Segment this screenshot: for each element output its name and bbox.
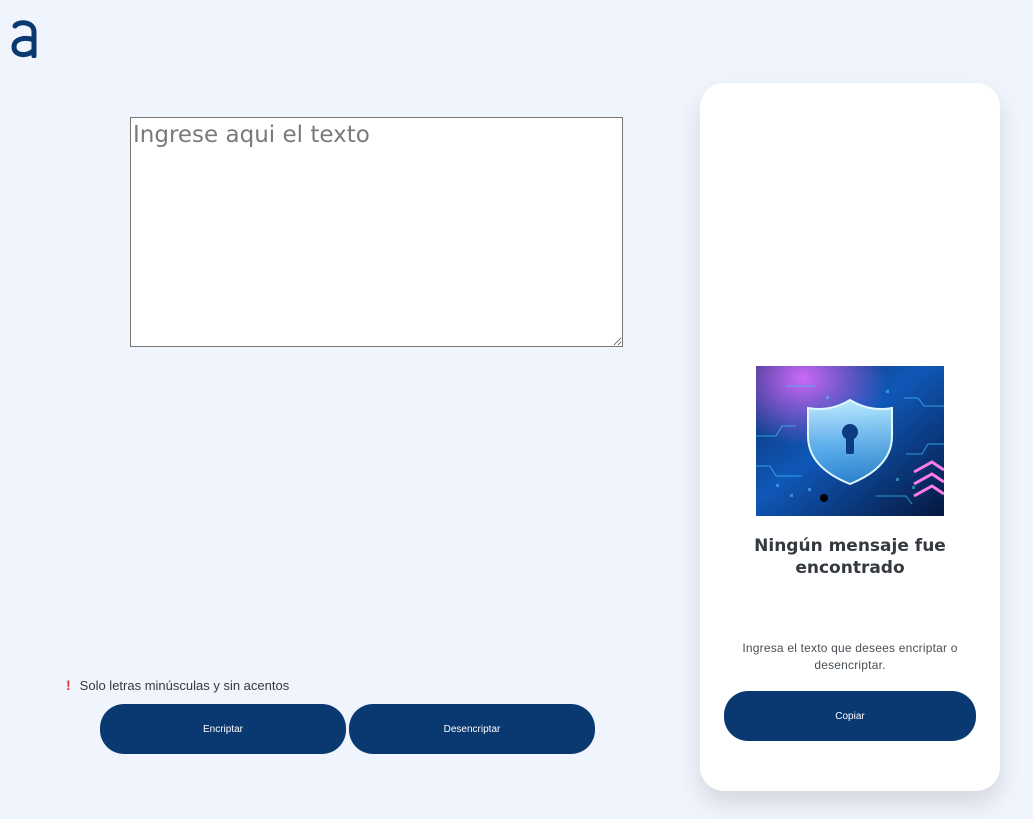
text-input[interactable] — [130, 117, 623, 347]
output-panel: Ningún mensaje fue encontrado Ingresa el… — [700, 83, 1000, 791]
alura-logo-icon — [11, 20, 37, 58]
empty-state-title: Ningún mensaje fue encontrado — [754, 536, 946, 578]
decrypt-button[interactable]: Desencriptar — [349, 704, 595, 754]
security-shield-image — [756, 366, 944, 516]
empty-state-description: Ingresa el texto que desees encriptar o … — [742, 641, 958, 672]
encrypt-button[interactable]: Encriptar — [100, 704, 346, 754]
exclamation-icon: ! — [66, 677, 71, 693]
input-hint: ! Solo letras minúsculas y sin acentos — [66, 677, 289, 693]
copy-button[interactable]: Copiar — [724, 691, 976, 741]
input-hint-text: Solo letras minúsculas y sin acentos — [79, 677, 290, 693]
